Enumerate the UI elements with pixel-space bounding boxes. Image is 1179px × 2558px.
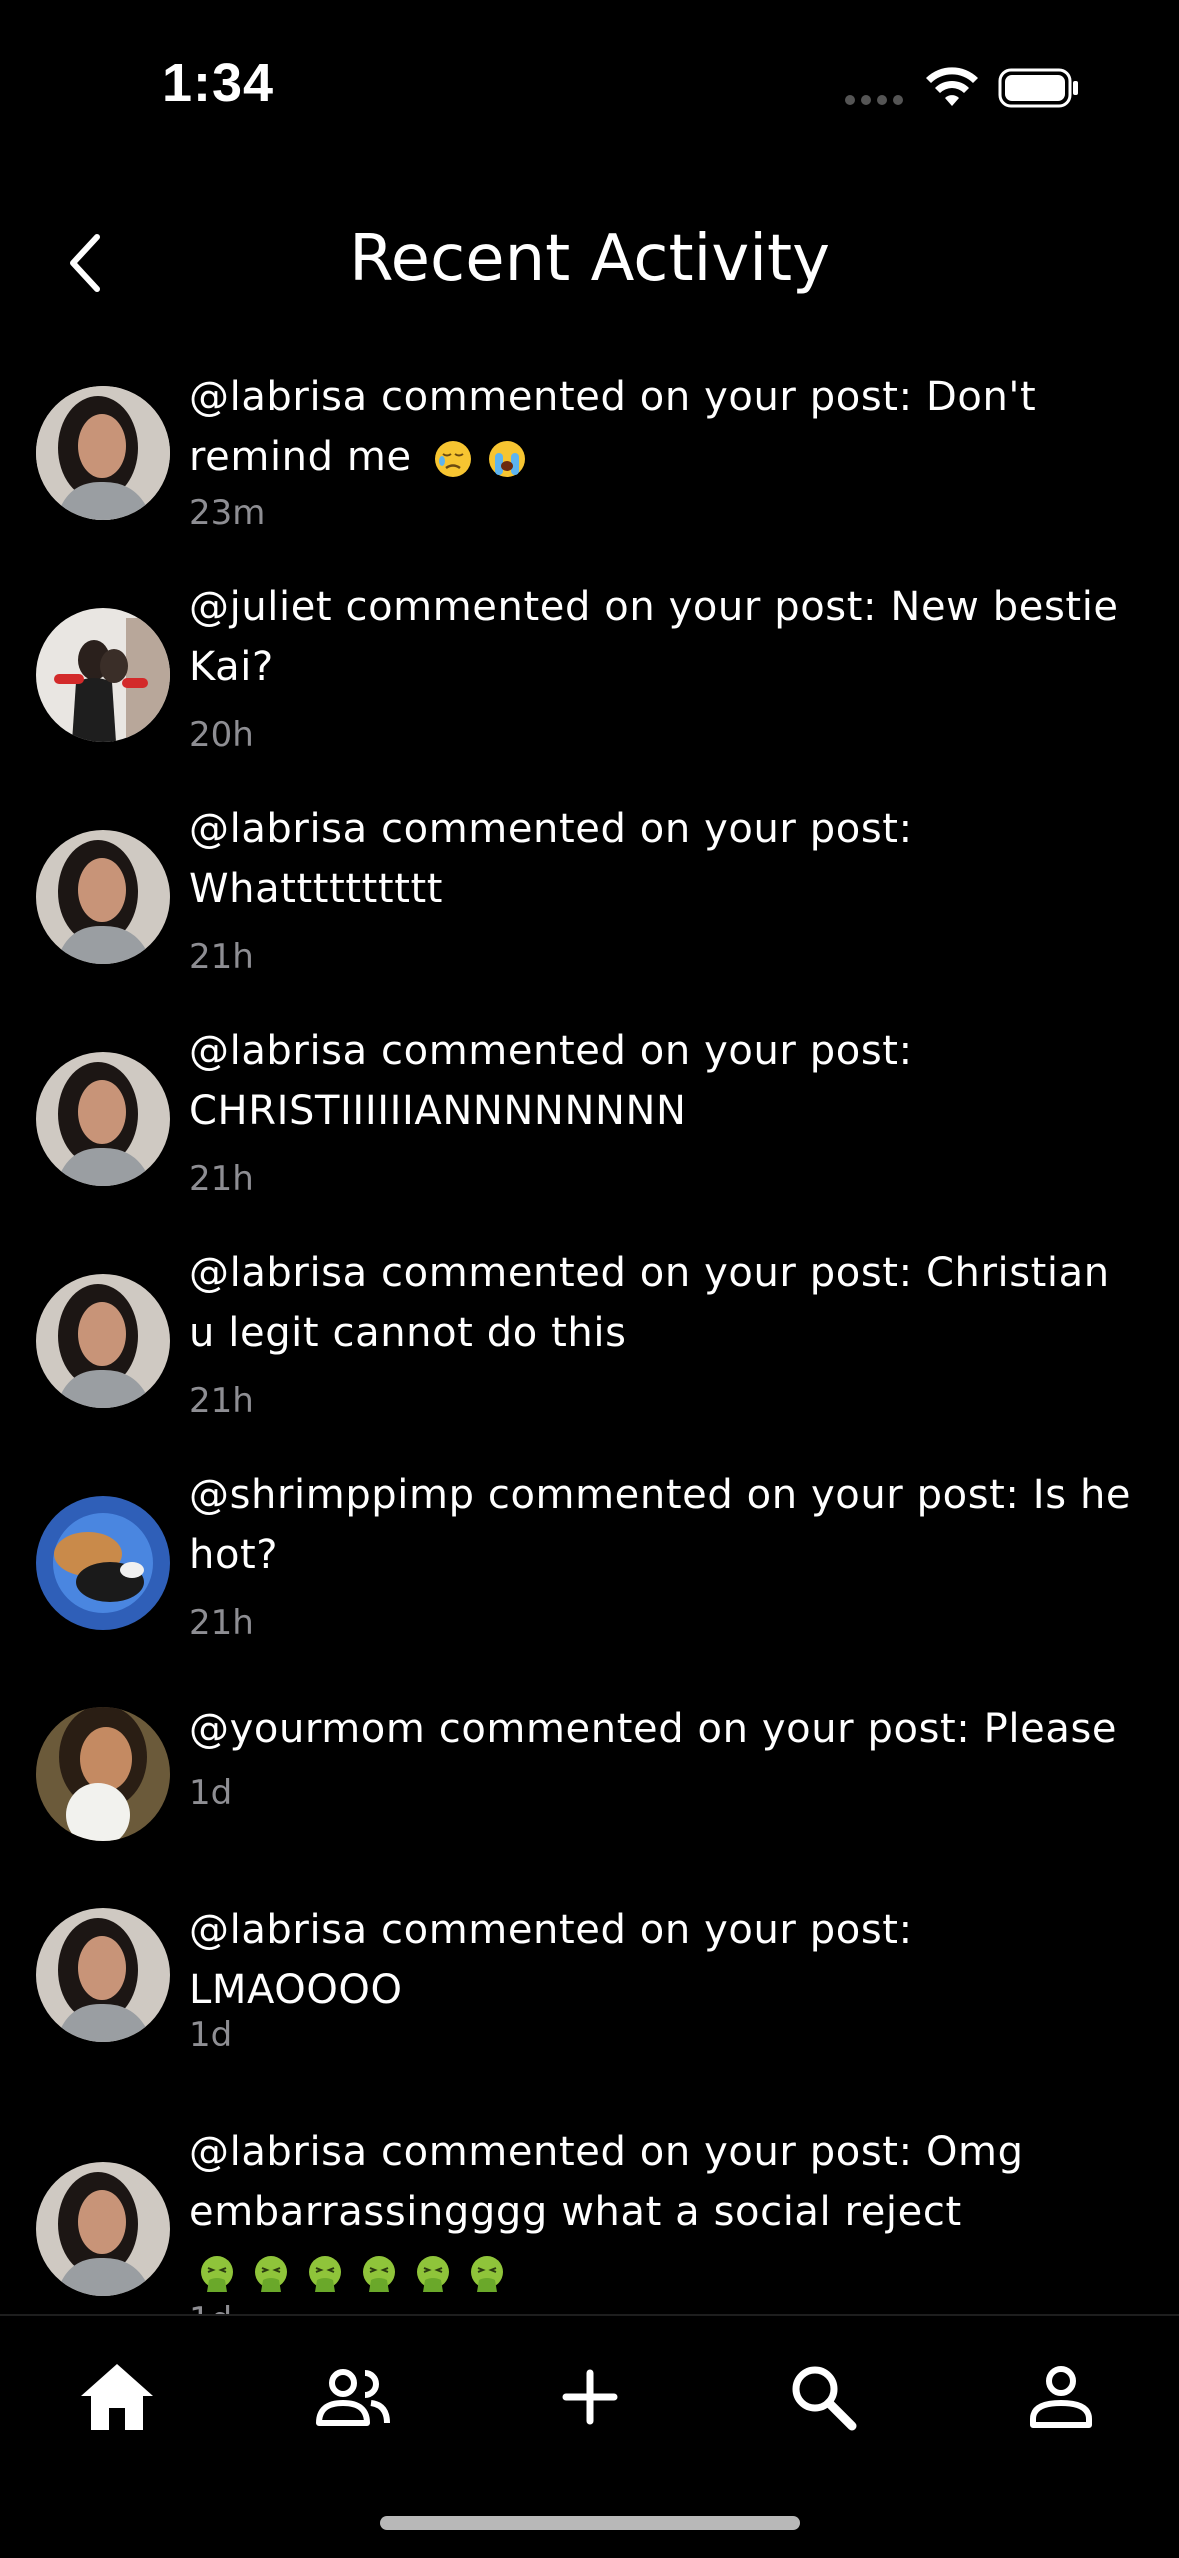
avatar[interactable] — [36, 608, 170, 742]
activity-time: 1d — [189, 1773, 233, 1813]
avatar[interactable] — [36, 2162, 170, 2296]
vomiting-face-emoji — [471, 2256, 503, 2292]
person-icon — [1030, 2366, 1092, 2428]
avatar[interactable] — [36, 1707, 170, 1841]
activity-text: @labrisa commented on your post: LMAOOOO — [189, 1907, 913, 2013]
avatar[interactable] — [36, 386, 170, 520]
activity-time: 21h — [189, 1159, 254, 1199]
home-icon — [81, 2364, 153, 2430]
battery-icon — [998, 68, 1078, 108]
avatar[interactable] — [36, 1052, 170, 1186]
nav-home[interactable] — [72, 2352, 162, 2442]
activity-time: 1d — [189, 2015, 233, 2055]
page-title: Recent Activity — [349, 222, 830, 296]
header: Recent Activity — [0, 200, 1179, 320]
vomiting-face-emoji — [363, 2256, 395, 2292]
activity-text: @labrisa commented on your post: CHRISTI… — [189, 1028, 913, 1134]
activity-item[interactable]: @labrisa commented on your post: LMAOOOO… — [0, 1900, 1179, 2100]
vomiting-face-emoji — [201, 2256, 233, 2292]
activity-time: 23m — [189, 493, 266, 533]
activity-item[interactable]: @labrisa commented on your post: Don't r… — [0, 355, 1179, 555]
nav-search[interactable] — [778, 2352, 868, 2442]
avatar[interactable] — [36, 830, 170, 964]
activity-list[interactable]: @labrisa commented on your post: Don't r… — [0, 355, 1179, 2315]
vomiting-face-emoji — [417, 2256, 449, 2292]
activity-item[interactable]: @juliet commented on your post: New best… — [0, 577, 1179, 777]
avatar[interactable] — [36, 1274, 170, 1408]
activity-time: 1d — [189, 2300, 232, 2315]
crying-face-emoji — [489, 441, 526, 477]
plus-icon — [562, 2369, 618, 2425]
nav-friends[interactable] — [308, 2352, 398, 2442]
activity-item[interactable]: @labrisa commented on your post: Christi… — [0, 1243, 1179, 1443]
home-indicator[interactable] — [380, 2516, 800, 2530]
activity-time: 21h — [189, 937, 254, 977]
activity-text: @labrisa commented on your post: Christi… — [189, 1250, 1110, 1356]
nav-profile[interactable] — [1016, 2352, 1106, 2442]
activity-item[interactable]: @shrimppimp commented on your post: Is h… — [0, 1465, 1179, 1665]
activity-text: @shrimppimp commented on your post: Is h… — [189, 1472, 1132, 1578]
activity-time: 21h — [189, 1603, 254, 1643]
sad-face-emoji — [435, 441, 472, 477]
activity-text: @labrisa commented on your post: Don't r… — [189, 374, 1037, 480]
cellular-signal-icon — [845, 95, 905, 105]
search-icon — [792, 2366, 857, 2431]
wifi-icon — [926, 67, 978, 106]
nav-create[interactable] — [545, 2352, 635, 2442]
activity-text: @yourmom commented on your post: Please — [189, 1706, 1118, 1752]
activity-item[interactable]: @labrisa commented on your post: CHRISTI… — [0, 1021, 1179, 1221]
vomiting-face-emoji — [255, 2256, 287, 2292]
activity-time: 20h — [189, 715, 254, 755]
people-icon — [316, 2369, 390, 2426]
activity-item[interactable]: @labrisa commented on your post: Whatttt… — [0, 799, 1179, 999]
activity-item[interactable]: @labrisa commented on your post: Omg emb… — [0, 2122, 1179, 2315]
status-time: 1:34 — [162, 53, 275, 113]
activity-time: 21h — [189, 1381, 254, 1421]
activity-text: @labrisa commented on your post: Whatttt… — [189, 806, 913, 912]
avatar[interactable] — [36, 1908, 170, 2042]
activity-text: @labrisa commented on your post: Omg emb… — [189, 2122, 1139, 2302]
avatar[interactable] — [36, 1496, 170, 1630]
activity-text: @juliet commented on your post: New best… — [189, 584, 1119, 690]
vomiting-face-emoji — [309, 2256, 341, 2292]
status-bar: 1:34 — [0, 0, 1179, 180]
activity-item[interactable]: @yourmom commented on your post: Please … — [0, 1687, 1179, 1857]
